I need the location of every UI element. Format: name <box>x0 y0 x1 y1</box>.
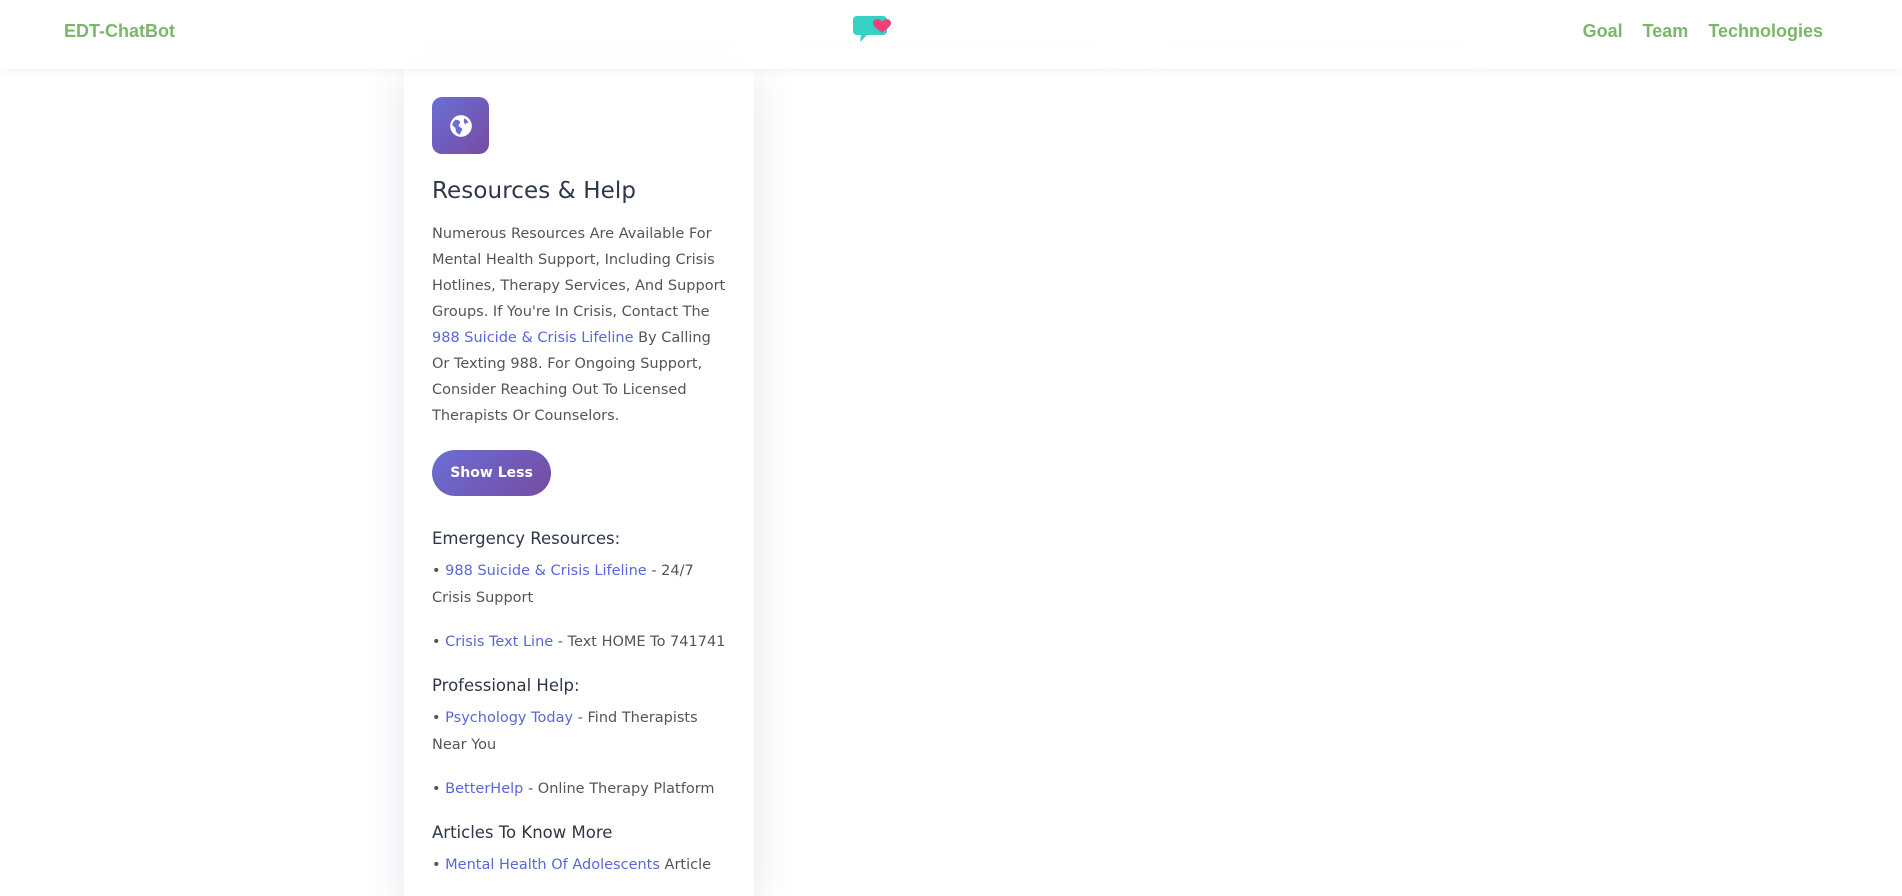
bullet: • <box>432 634 446 650</box>
emergency-resources-heading: Emergency Resources: <box>432 529 621 548</box>
navbar: EDT-ChatBot Goal Team Technologies <box>0 0 1902 69</box>
adolescents-article-link[interactable]: Mental Health Of Adolescents <box>445 857 660 873</box>
betterhelp-link[interactable]: BetterHelp <box>445 781 523 797</box>
psychology-today-link[interactable]: Psychology Today <box>445 710 573 726</box>
bullet: • <box>432 563 446 579</box>
bullet: • <box>432 710 446 726</box>
bullet: • <box>432 857 446 873</box>
nav-link-goal[interactable]: Goal <box>1583 21 1623 42</box>
resource-description: - Text HOME To 741741 <box>553 634 726 650</box>
resource-item: • Crisis Text Line - Text HOME To 741741 <box>432 629 728 656</box>
card-description: Numerous Resources Are Available For Men… <box>432 221 728 429</box>
card-title: Resources & Help <box>432 178 637 204</box>
resource-item: • 988 Suicide & Crisis Lifeline - 24/7 C… <box>432 558 728 612</box>
globe-icon <box>449 114 472 137</box>
resource-description: - Online Therapy Platform <box>523 781 715 797</box>
nav-link-technologies[interactable]: Technologies <box>1708 21 1823 42</box>
nav-link-team[interactable]: Team <box>1643 21 1689 42</box>
nav-links: Goal Team Technologies <box>1583 21 1823 42</box>
articles-heading: Articles To Know More <box>432 823 613 842</box>
resource-item: • Mental Health Of Adolescents Article <box>432 852 728 879</box>
lifeline-link[interactable]: 988 Suicide & Crisis Lifeline <box>445 563 647 579</box>
resources-card: Resources & Help Numerous Resources Are … <box>404 66 754 896</box>
lifeline-inline-link[interactable]: 988 Suicide & Crisis Lifeline <box>432 330 634 346</box>
card-icon-box <box>432 97 489 154</box>
crisis-text-line-link[interactable]: Crisis Text Line <box>445 634 553 650</box>
bullet: • <box>432 781 446 797</box>
description-text: Numerous Resources Are Available For Men… <box>432 226 726 320</box>
chat-heart-logo-icon <box>853 16 891 42</box>
professional-help-heading: Professional Help: <box>432 676 580 695</box>
show-less-button[interactable]: Show Less <box>432 450 551 496</box>
resource-description: Article <box>659 857 712 873</box>
brand-link[interactable]: EDT-ChatBot <box>64 21 175 42</box>
resource-item: • Psychology Today - Find Therapists Nea… <box>432 705 728 759</box>
resource-item: • BetterHelp - Online Therapy Platform <box>432 776 728 803</box>
